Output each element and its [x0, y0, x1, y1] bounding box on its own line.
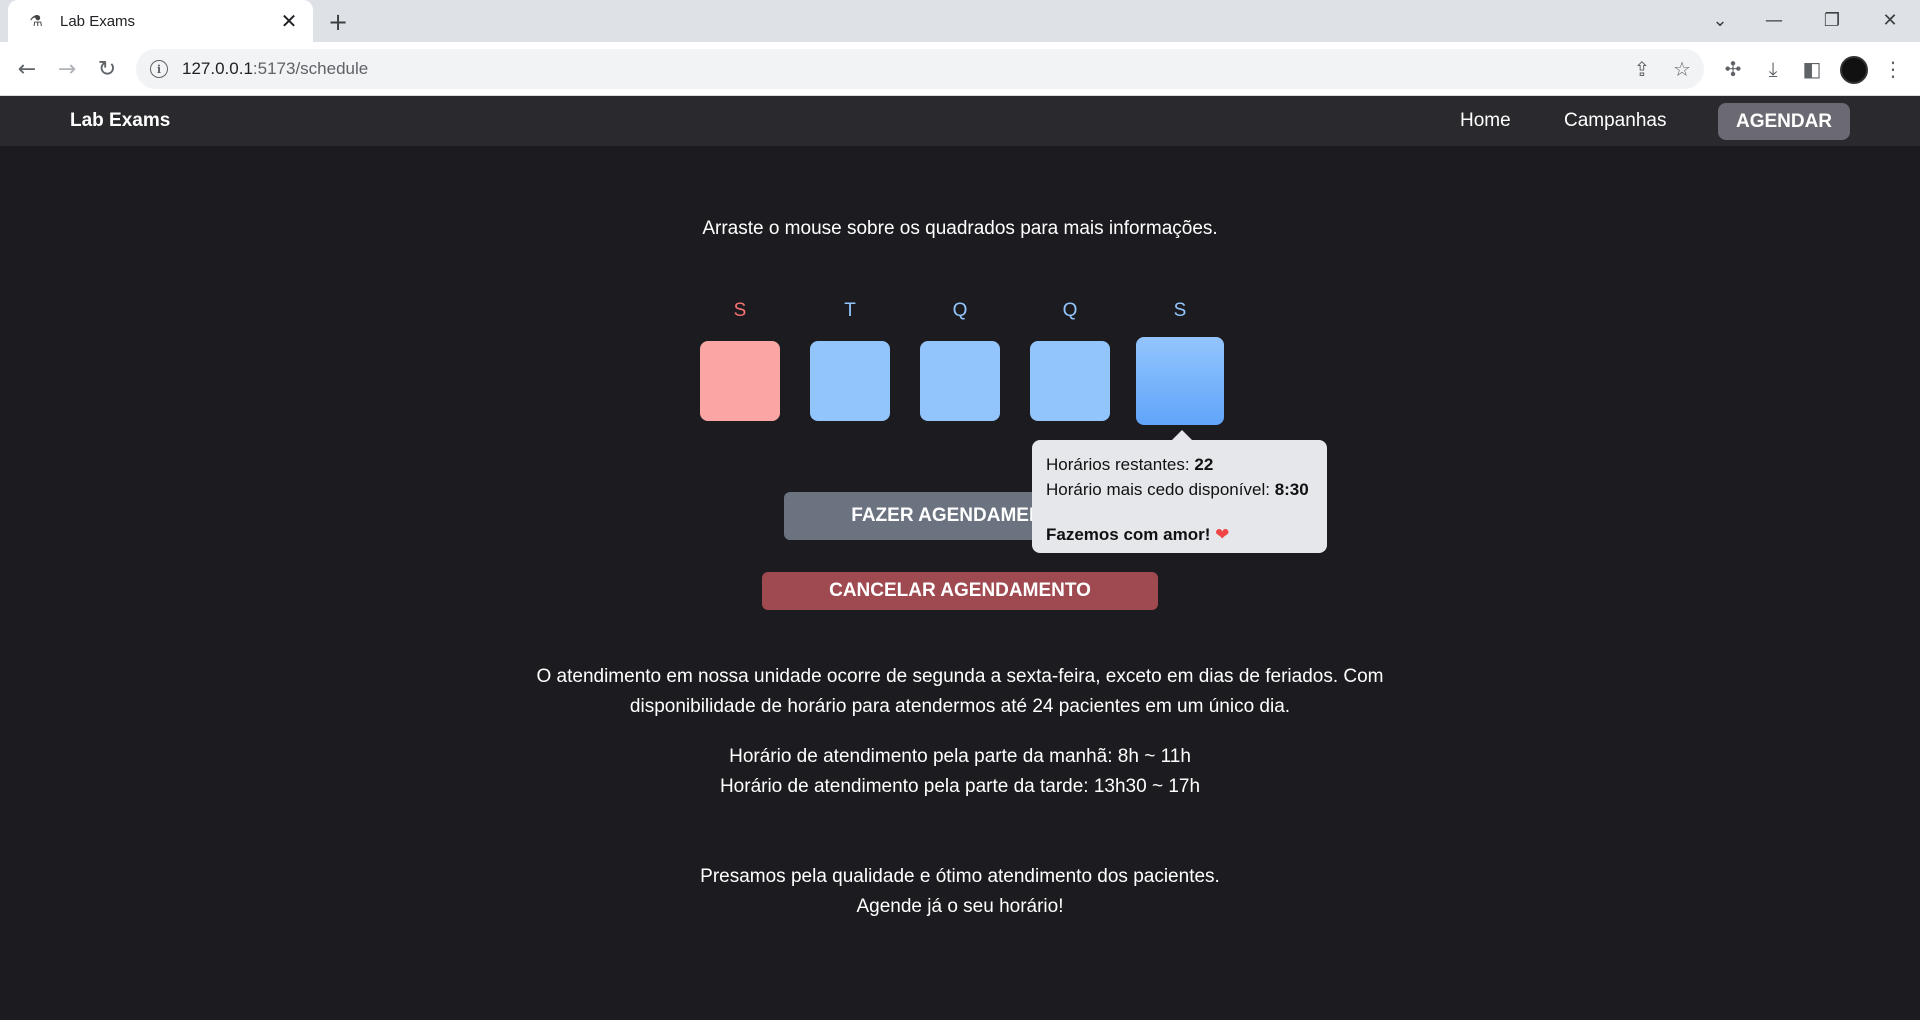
day-block-monday[interactable]: [700, 341, 780, 421]
day-label-monday: S: [733, 300, 747, 321]
cancel-schedule-button[interactable]: CANCELAR AGENDAMENTO: [762, 572, 1158, 610]
tab-search-icon[interactable]: ⌄: [1698, 4, 1742, 36]
extensions-icon[interactable]: ✣: [1718, 54, 1748, 84]
nav-link-home[interactable]: Home: [1460, 96, 1511, 146]
day-block-wednesday[interactable]: [920, 341, 1000, 421]
menu-icon[interactable]: ⋮: [1878, 54, 1908, 84]
profile-avatar[interactable]: [1840, 56, 1868, 84]
restore-icon[interactable]: ❐: [1810, 4, 1854, 36]
nav-link-campanhas[interactable]: Campanhas: [1564, 96, 1666, 146]
tagline: Fazemos com amor! ❤: [1046, 525, 1230, 544]
day-block-friday[interactable]: [1136, 337, 1224, 425]
morning-hours: Horário de atendimento pela parte da man…: [729, 746, 1191, 767]
day-tooltip: Horários restantes: 22 Horário mais cedo…: [1032, 430, 1327, 553]
bookmark-star-icon[interactable]: ☆: [1668, 55, 1696, 83]
reload-icon[interactable]: ↻: [92, 54, 122, 84]
afternoon-hours: Horário de atendimento pela parte da tar…: [719, 776, 1201, 797]
back-icon[interactable]: ←: [12, 54, 42, 84]
side-panel-icon[interactable]: ◧: [1797, 54, 1827, 84]
download-icon[interactable]: ⤓: [1758, 54, 1788, 84]
day-block-tuesday[interactable]: [810, 341, 890, 421]
nav-agendar-button[interactable]: AGENDAR: [1718, 103, 1850, 140]
browser-tabstrip: ⚗ Lab Exams ✕ + ⌄ — ❐ ✕: [0, 0, 1920, 42]
day-label-thursday: Q: [1062, 300, 1078, 321]
microscope-icon: ⚗: [29, 12, 43, 30]
browser-toolbar: ← → ↻ i 127.0.0.1:5173/schedule ⇪ ☆ ✣ ⤓ …: [0, 42, 1920, 96]
remaining-slots: Horários restantes: 22: [1046, 455, 1214, 474]
brand-logo[interactable]: Lab Exams: [70, 96, 170, 146]
close-window-icon[interactable]: ✕: [1868, 4, 1912, 36]
close-tab-icon[interactable]: ✕: [277, 9, 301, 33]
app-navbar: Lab Exams Home Campanhas AGENDAR: [0, 96, 1920, 146]
day-label-tuesday: T: [844, 300, 856, 321]
url-text: 127.0.0.1:5173/schedule: [182, 59, 369, 78]
service-hours: Horário de atendimento pela parte da man…: [0, 742, 1920, 802]
heart-icon: ❤: [1215, 525, 1230, 544]
forward-icon[interactable]: →: [52, 54, 82, 84]
tab-title: Lab Exams: [60, 12, 136, 30]
new-tab-button[interactable]: +: [324, 8, 352, 36]
hover-hint: Arraste o mouse sobre os quadrados para …: [702, 218, 1218, 239]
earliest-slot: Horário mais cedo disponível: 8:30: [1046, 480, 1309, 499]
closing-message: Presamos pela qualidade e ótimo atendime…: [700, 866, 1220, 917]
browser-tab[interactable]: ⚗ Lab Exams ✕: [8, 0, 313, 42]
day-block-thursday[interactable]: [1030, 341, 1110, 421]
site-info-icon[interactable]: i: [150, 60, 168, 78]
day-label-wednesday: Q: [952, 300, 968, 321]
address-bar[interactable]: i 127.0.0.1:5173/schedule ⇪ ☆: [136, 49, 1704, 89]
day-label-friday: S: [1173, 300, 1187, 321]
service-description: O atendimento em nossa unidade ocorre de…: [536, 666, 1384, 717]
share-icon[interactable]: ⇪: [1628, 55, 1656, 83]
minimize-icon[interactable]: —: [1752, 4, 1796, 36]
